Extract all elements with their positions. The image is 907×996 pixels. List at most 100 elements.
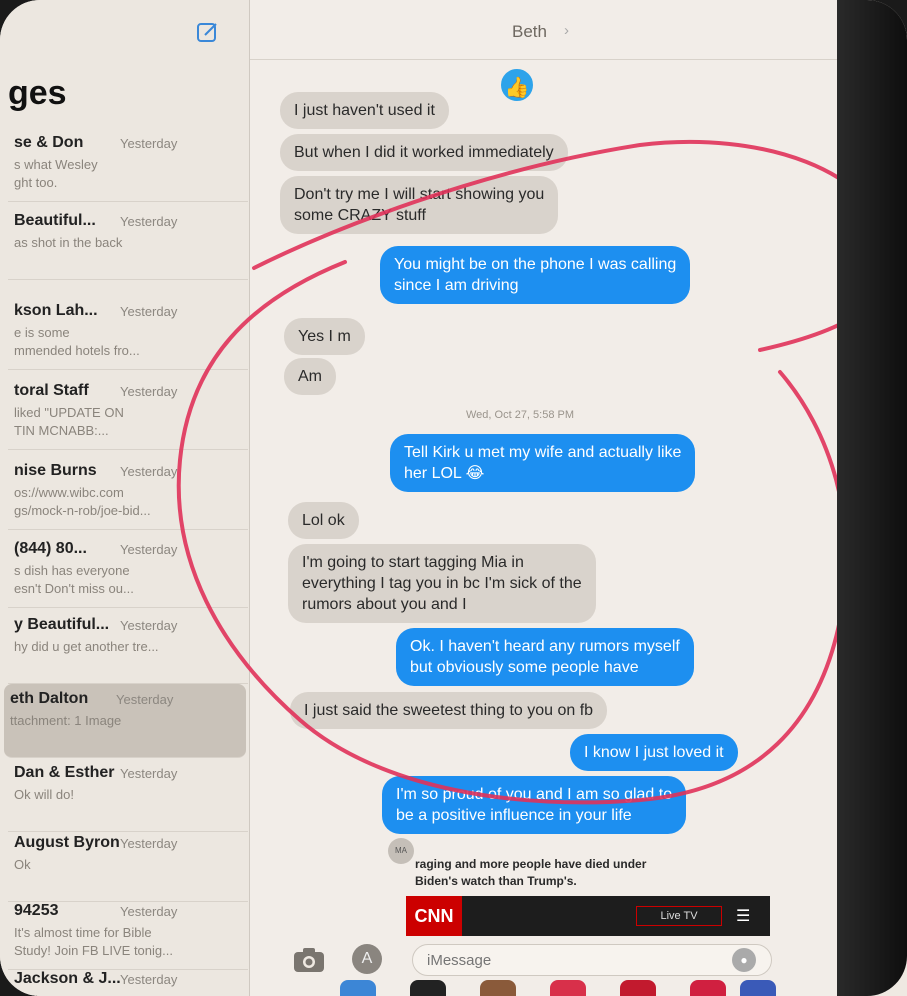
dock-app-icon[interactable] [620,980,656,996]
ipad-screen: ges se & Don Yesterday s what Wesley ght to… [0,0,907,996]
message-text: since I am driving [394,277,519,294]
dock-app-icon[interactable] [480,980,516,996]
conversation-name: Beautiful... [14,212,96,229]
outgoing-message-bubble[interactable]: I'm so proud of you and I am so glad to b… [382,776,687,834]
conversation-name: nise Burns [14,462,97,479]
preview-line: as shot in the back [14,235,123,250]
preview-line: Ok will do! [14,787,74,802]
conversation-item[interactable]: y Beautiful... Yesterday hy did u get anot… [8,610,248,684]
dock-app-icon[interactable] [690,980,726,996]
message-text: Don't try me I will start showing you [294,186,545,203]
conversation-time: Yesterday [120,136,178,151]
shared-link-preview-text[interactable]: raging and more people have died under B… [415,856,646,890]
preview-line: s what Wesley [14,157,98,172]
outgoing-message-bubble[interactable]: I know I just loved it [570,734,738,771]
message-text: You might be on the phone I was calling [394,256,677,273]
conversation-time: Yesterday [120,304,178,319]
conversation-item[interactable]: Jackson & J...Yesterday ttachments: 15 Im… [8,964,248,996]
conversation-time: Yesterday [120,766,178,781]
avatar: MA [388,838,414,864]
conversation-item[interactable]: Beautiful... Yesterday as shot in the back [8,206,248,280]
message-text: I'm going to start tagging Mia in [302,554,524,571]
preview-line: ght too. [14,175,58,190]
cnn-logo: CNN [406,896,462,936]
preview-line: s dish has everyone [14,563,130,578]
message-input[interactable] [412,944,772,976]
chevron-right-icon[interactable]: › [564,22,569,39]
incoming-message-bubble[interactable]: I'm going to start tagging Mia in everyth… [288,544,596,623]
message-text: But when I did it worked immediately [294,144,554,161]
shared-link-preview-bar[interactable]: CNN Live TV ☰ [406,896,770,936]
dock-app-icon[interactable] [550,980,586,996]
outgoing-message-bubble[interactable]: Tell Kirk u met my wife and actually lik… [390,434,696,492]
conversation-time: Yesterday [120,384,178,399]
conversation-item[interactable]: 94253 Yesterday It's almost time for Bible… [8,896,248,970]
conversation-item[interactable]: (844) 80... Yesterday s dish has everyone e… [8,534,248,608]
dock-app-icon[interactable] [340,980,376,996]
conversation-name: y Beautiful... [14,616,110,633]
incoming-message-bubble[interactable]: I just said the sweetest thing to you on… [290,692,608,729]
preview-line: e is some [14,325,70,340]
message-text: Yes I m [298,328,351,345]
conversation-time: Yesterday [120,542,178,557]
preview-line: raging and more people have died under [415,857,647,871]
conversation-time: Yesterday [120,904,178,919]
conversation-item[interactable]: nise Burns Yesterday os://www.wibc.com gs/m… [8,456,248,530]
dock-app-icon[interactable] [410,980,446,996]
dock [300,980,780,996]
conversation-item[interactable]: Dan & Esther Yesterday Ok will do! [8,758,248,832]
compose-icon[interactable] [196,20,220,44]
message-text: Tell Kirk u met my wife and actually lik… [404,444,682,461]
message-text: I just said the sweetest thing to you on… [304,702,594,719]
menu-icon[interactable]: ☰ [736,906,758,925]
conversation-name: August Byron [14,834,120,851]
preview-line: os://www.wibc.com [14,485,124,500]
conversation-item[interactable]: se & Don Yesterday s what Wesley ght too. [8,128,248,202]
conversation-time: Yesterday [120,214,178,229]
incoming-message-bubble[interactable]: Lol ok [288,502,359,539]
incoming-message-bubble[interactable]: Don't try me I will start showing you som… [280,176,559,234]
conversation-name: Dan & Esther [14,764,115,781]
message-text: everything I tag you in bc I'm sick of t… [302,575,582,592]
preview-line: Ok [14,857,31,872]
incoming-message-bubble[interactable]: But when I did it worked immediately [280,134,568,171]
app-store-icon[interactable]: A [352,944,382,974]
conversation-item[interactable]: toral Staff Yesterday liked "UPDATE ON TIN … [8,376,248,450]
message-text: some CRAZY stuff [294,207,426,224]
message-text: Am [298,368,322,385]
message-timestamp: Wed, Oct 27, 5:58 PM [466,409,575,421]
preview-line: ttachments: 15 Images [14,992,244,996]
preview-line: esn't Don't miss ou... [14,581,134,596]
incoming-message-bubble[interactable]: Yes I m [284,318,365,355]
incoming-message-bubble[interactable]: I just haven't used it [280,92,449,129]
conversation-item[interactable]: August Byron Yesterday Ok [8,828,248,902]
conversation-preview: s dish has everyone esn't Don't miss ou..… [14,562,244,598]
outgoing-message-bubble[interactable]: You might be on the phone I was calling s… [380,246,691,304]
conversation-time: Yesterday [120,972,178,987]
conversation-time: Yesterday [120,836,178,851]
conversation-name: (844) 80... [14,540,87,557]
conversation-preview: It's almost time for Bible Study! Join FB… [14,924,244,960]
preview-line: liked "UPDATE ON [14,405,124,420]
conversation-preview: s what Wesley ght too. [14,156,244,192]
chat-header: Beth › [250,0,837,60]
message-text: I'm so proud of you and I am so glad to [396,786,673,803]
outgoing-message-bubble[interactable]: Ok. I haven't heard any rumors myself but… [396,628,694,686]
camera-icon[interactable] [292,946,326,974]
preview-line: Study! Join FB LIVE tonig... [14,943,173,958]
preview-line: Biden's watch than Trump's. [415,874,577,888]
live-tv-button[interactable]: Live TV [636,906,722,926]
message-text: Lol ok [302,512,345,529]
conversation-name: Jackson & J... [14,970,121,987]
conversation-item[interactable]: eth Dalton Yesterday ttachment: 1 Image [4,684,246,758]
incoming-message-bubble[interactable]: Am [284,358,336,395]
contact-name[interactable]: Beth [512,22,547,42]
message-text: rumors about you and I [302,596,467,613]
conversation-preview: hy did u get another tre... [14,638,244,656]
dock-app-icon[interactable] [740,980,776,996]
conversation-item[interactable]: kson Lah... Yesterday e is some mmended hot… [8,296,248,370]
audio-icon[interactable]: ● [732,948,756,972]
sidebar-title: ges [8,74,67,112]
conversation-name: 94253 [14,902,59,919]
device-bezel [837,0,907,996]
